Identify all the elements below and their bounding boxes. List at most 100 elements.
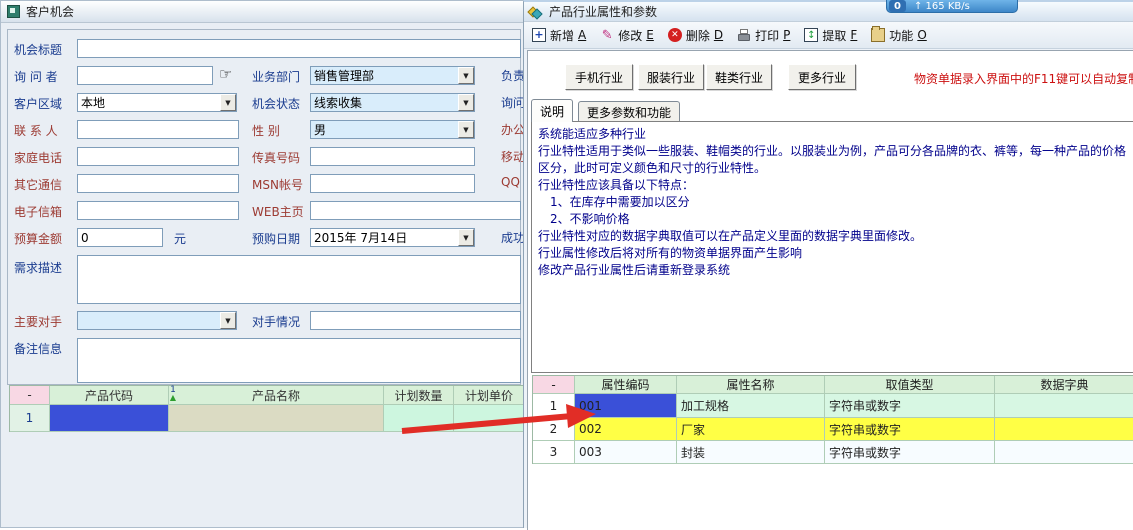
table-row-number[interactable]: 2 [533, 418, 575, 441]
gender-select[interactable]: 男 ▼ [310, 120, 475, 139]
print-button[interactable]: 打印P [737, 27, 790, 44]
left-window-title: 客户机会 [26, 3, 74, 20]
tab-description[interactable]: 说明 [531, 99, 573, 122]
value-type-cell[interactable]: 字符串或数字 [825, 418, 995, 441]
column-header-attr-code[interactable]: 属性编码 [575, 376, 677, 394]
industry-button-clothing[interactable]: 服装行业 [638, 64, 704, 90]
label-fax: 传真号码 [252, 149, 300, 166]
attribute-table: - 属性编码 属性名称 取值类型 数据字典 1 001 加工规格 字符串或数字 … [532, 375, 1133, 464]
industry-button-more[interactable]: 更多行业 [788, 64, 856, 90]
window-icon [7, 5, 20, 18]
label-purchase-date: 预购日期 [252, 230, 300, 247]
label-budget-unit: 元 [174, 230, 186, 247]
chevron-down-icon[interactable]: ▼ [458, 67, 474, 84]
industry-button-mobile[interactable]: 手机行业 [565, 64, 633, 90]
other-comm-input[interactable] [77, 174, 239, 193]
web-input[interactable] [310, 201, 521, 220]
plan-price-cell[interactable] [454, 405, 525, 432]
f11-hint-text: 物资单据录入界面中的F11键可以自动复制 [914, 70, 1133, 87]
contact-input[interactable] [77, 120, 239, 139]
data-dict-cell[interactable] [995, 418, 1133, 441]
opportunity-title-input[interactable] [77, 39, 521, 58]
remark-textarea[interactable] [77, 338, 521, 383]
chevron-down-icon[interactable]: ▼ [458, 229, 474, 246]
table-row-number[interactable]: 3 [533, 441, 575, 464]
chevron-down-icon[interactable]: ▼ [458, 94, 474, 111]
column-header-minus[interactable]: - [533, 376, 575, 394]
label-main-rival: 主要对手 [14, 313, 62, 330]
product-name-cell[interactable] [169, 405, 384, 432]
customer-region-select[interactable]: 本地 ▼ [77, 93, 237, 112]
right-window-titlebar[interactable]: 产品行业属性和参数 [524, 2, 1133, 22]
right-window-title: 产品行业属性和参数 [549, 3, 657, 20]
description-line: 2、不影响价格 [538, 211, 1133, 228]
purchase-date-select[interactable]: 2015年 7月14日 ▼ [310, 228, 475, 247]
label-email: 电子信箱 [14, 203, 62, 220]
attr-name-cell[interactable]: 加工规格 [677, 394, 825, 418]
column-header-minus[interactable]: - [10, 386, 50, 405]
business-dept-select[interactable]: 销售管理部 ▼ [310, 66, 475, 85]
extract-icon: ↕ [804, 28, 818, 42]
sort-indicator: 1 ▲ [167, 386, 179, 402]
product-industry-window: 产品行业属性和参数 新增A ✎ 修改E ✕ 删除D 打印P ↕ 提取F 功能O … [523, 0, 1133, 528]
network-speed-widget[interactable]: 0 ↑ 165 KB/s [886, 0, 1018, 13]
main-rival-select[interactable]: ▼ [77, 311, 237, 330]
column-header-value-type[interactable]: 取值类型 [825, 376, 995, 394]
demand-desc-textarea[interactable] [77, 255, 521, 304]
selected-attr-code-cell[interactable]: 001 [575, 394, 677, 418]
function-button[interactable]: 功能O [871, 27, 926, 44]
description-line: 区分，此时可定义颜色和尺寸的行业特性。 [538, 160, 1133, 177]
lookup-hand-icon[interactable]: ☞ [219, 65, 232, 83]
data-dict-cell[interactable] [995, 441, 1133, 464]
upload-speed: ↑ 165 KB/s [914, 1, 970, 12]
label-rival-info: 对手情况 [252, 313, 300, 330]
plan-qty-cell[interactable] [384, 405, 454, 432]
new-button[interactable]: 新增A [532, 27, 586, 44]
value-type-cell[interactable]: 字符串或数字 [825, 441, 995, 464]
selected-product-code-cell[interactable] [50, 405, 169, 432]
left-window-titlebar[interactable]: 客户机会 [1, 1, 525, 23]
product-plan-table: - 产品代码 产品名称 计划数量 计划单价 1 [9, 385, 525, 432]
description-line: 行业特性应该具备以下特点： [538, 177, 1133, 194]
msn-input[interactable] [310, 174, 475, 193]
label-msn: MSN帐号 [252, 176, 303, 193]
home-phone-input[interactable] [77, 147, 239, 166]
column-header-product-name[interactable]: 产品名称 [169, 386, 384, 405]
table-row-number[interactable]: 1 [533, 394, 575, 418]
attr-name-cell[interactable]: 厂家 [677, 418, 825, 441]
download-speed: 0 [889, 0, 906, 12]
tab-more-params[interactable]: 更多参数和功能 [578, 101, 680, 122]
print-icon [737, 28, 751, 42]
extract-button[interactable]: ↕ 提取F [804, 27, 857, 44]
label-gender: 性 别 [252, 122, 280, 139]
chevron-down-icon[interactable]: ▼ [220, 94, 236, 111]
table-row-number[interactable]: 1 [10, 405, 50, 432]
industry-panel: 手机行业 服装行业 鞋类行业 更多行业 物资单据录入界面中的F11键可以自动复制… [527, 50, 1133, 530]
column-header-attr-name[interactable]: 属性名称 [677, 376, 825, 394]
delete-icon: ✕ [668, 28, 682, 42]
inquirer-input[interactable] [77, 66, 213, 85]
value-type-cell[interactable]: 字符串或数字 [825, 394, 995, 418]
opportunity-status-select[interactable]: 线索收集 ▼ [310, 93, 475, 112]
email-input[interactable] [77, 201, 239, 220]
budget-input[interactable] [77, 228, 163, 247]
attr-code-cell[interactable]: 003 [575, 441, 677, 464]
column-header-product-code[interactable]: 产品代码 [50, 386, 169, 405]
function-icon [871, 28, 885, 42]
column-header-data-dict[interactable]: 数据字典 [995, 376, 1133, 394]
label-remark: 备注信息 [14, 340, 62, 357]
delete-button[interactable]: ✕ 删除D [668, 27, 723, 44]
column-header-plan-qty[interactable]: 计划数量 [384, 386, 454, 405]
attr-code-cell[interactable]: 002 [575, 418, 677, 441]
rival-info-input[interactable] [310, 311, 521, 330]
data-dict-cell[interactable] [995, 394, 1133, 418]
industry-button-footwear[interactable]: 鞋类行业 [706, 64, 772, 90]
chevron-down-icon[interactable]: ▼ [220, 312, 236, 329]
label-web: WEB主页 [252, 203, 304, 220]
column-header-plan-price[interactable]: 计划单价 [454, 386, 525, 405]
edit-button[interactable]: ✎ 修改E [600, 27, 654, 44]
chevron-down-icon[interactable]: ▼ [458, 121, 474, 138]
fax-input[interactable] [310, 147, 475, 166]
customer-opportunity-window: 客户机会 机会标题 询 问 者 ☞ 业务部门 销售管理部 ▼ 客户区域 本地 ▼… [0, 0, 526, 528]
attr-name-cell[interactable]: 封装 [677, 441, 825, 464]
